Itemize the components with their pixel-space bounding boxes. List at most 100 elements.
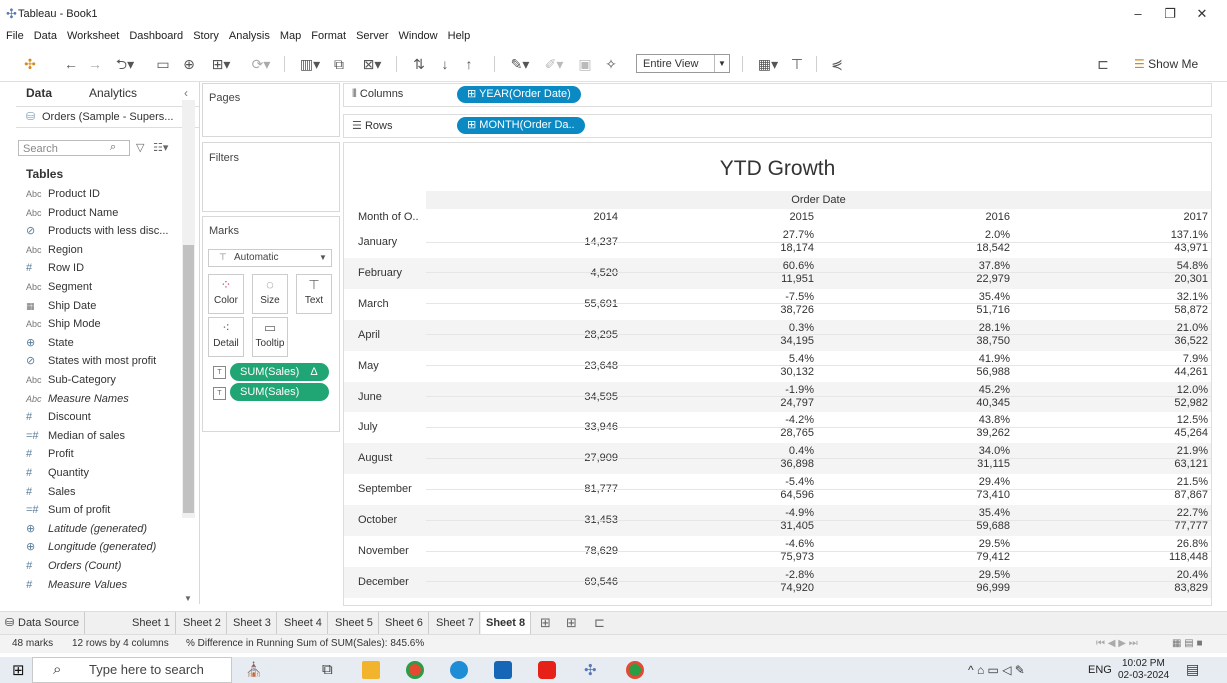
month-label[interactable]: September — [358, 483, 412, 495]
redo-icon[interactable]: → — [86, 55, 104, 73]
notification-icon[interactable]: ▤ — [1186, 661, 1199, 678]
sales-cell[interactable]: 69,546 — [538, 576, 618, 588]
field-item[interactable]: =# Median of sales — [26, 427, 125, 445]
year-order-date-pill[interactable]: ⊞ YEAR(Order Date) — [457, 86, 581, 103]
sales-cell[interactable]: 45,264 — [1128, 428, 1208, 439]
menu-window[interactable]: Window — [394, 28, 443, 44]
minimize-button[interactable]: – — [1128, 6, 1148, 22]
field-item[interactable]: # Discount — [26, 408, 91, 426]
growth-percent-cell[interactable]: 54.8% — [1128, 260, 1208, 272]
growth-percent-cell[interactable]: 35.4% — [930, 291, 1010, 303]
sales-cell[interactable]: 36,898 — [734, 459, 814, 470]
tooltip-button[interactable]: ▭ Tooltip — [252, 317, 288, 357]
field-item[interactable]: # Orders (Count) — [26, 557, 121, 575]
growth-percent-cell[interactable]: 20.4% — [1128, 569, 1208, 581]
sales-cell[interactable]: 63,121 — [1128, 459, 1208, 470]
sales-cell[interactable]: 18,542 — [930, 243, 1010, 254]
sales-cell[interactable]: 52,982 — [1128, 397, 1208, 409]
field-item[interactable]: # Sales — [26, 483, 76, 501]
close-button[interactable]: ✕ — [1192, 6, 1212, 22]
task-view-icon[interactable]: ⧉ — [322, 661, 333, 678]
group-icon[interactable]: ✐▾ — [540, 55, 568, 73]
language-indicator[interactable]: ENG — [1088, 664, 1112, 676]
color-button[interactable]: ⁘ Color — [208, 274, 244, 314]
windows-start-icon[interactable]: ⊞ — [12, 661, 25, 679]
sales-cell[interactable]: 58,872 — [1128, 304, 1208, 316]
sales-cell[interactable]: 24,797 — [734, 397, 814, 409]
view-options-icon[interactable]: ☷▾ — [153, 141, 168, 154]
sheet-tab[interactable]: Sheet 3 — [228, 612, 277, 634]
field-item[interactable]: # Measure Values — [26, 576, 127, 594]
field-item[interactable]: Abc Ship Mode — [26, 315, 101, 333]
sales-cell[interactable]: 64,596 — [734, 490, 814, 501]
growth-percent-cell[interactable]: 21.9% — [1128, 446, 1208, 457]
sheet-tab[interactable]: Sheet 6 — [380, 612, 429, 634]
month-label[interactable]: May — [358, 360, 379, 372]
growth-percent-cell[interactable]: -1.9% — [734, 384, 814, 396]
field-item[interactable]: ⊕ State — [26, 334, 74, 352]
month-label[interactable]: December — [358, 576, 409, 588]
growth-percent-cell[interactable]: 0.3% — [734, 322, 814, 334]
view-layout-icons[interactable]: ▦ ▤ ■ — [1172, 635, 1203, 653]
sales-cell[interactable]: 75,973 — [734, 552, 814, 563]
sheet-tab[interactable]: Sheet 1 — [127, 612, 176, 634]
growth-percent-cell[interactable]: -5.4% — [734, 477, 814, 488]
row-header[interactable]: Month of O.. — [358, 209, 419, 225]
text-button[interactable]: ⊤ Text — [296, 274, 332, 314]
month-label[interactable]: August — [358, 452, 392, 464]
scrollbar-thumb[interactable] — [183, 245, 194, 513]
field-item[interactable]: # Profit — [26, 445, 74, 463]
restore-button[interactable]: ❐ — [1160, 6, 1180, 22]
growth-percent-cell[interactable]: -4.9% — [734, 508, 814, 519]
presentation-icon[interactable]: ⊤ — [788, 55, 806, 73]
menu-map[interactable]: Map — [275, 28, 306, 44]
month-label[interactable]: July — [358, 421, 378, 433]
share-icon[interactable]: ⋞ — [828, 55, 846, 73]
show-cards-icon[interactable]: ▦▾ — [752, 55, 784, 73]
menu-help[interactable]: Help — [443, 28, 476, 44]
mail-icon[interactable] — [494, 661, 512, 679]
year-header[interactable]: 2016 — [934, 209, 1010, 225]
sales-cell[interactable]: 30,132 — [734, 366, 814, 378]
sales-cell[interactable]: 87,867 — [1128, 490, 1208, 501]
field-item[interactable]: Abc Sub-Category — [26, 371, 116, 389]
duplicate-icon[interactable]: ⧉ — [330, 55, 348, 73]
sales-cell[interactable]: 27,909 — [538, 453, 618, 464]
save-icon[interactable]: ▭ — [154, 55, 172, 73]
month-label[interactable]: February — [358, 267, 402, 279]
sort-descending-icon[interactable]: ↑ — [460, 55, 478, 73]
sales-cell[interactable]: 36,522 — [1128, 335, 1208, 347]
growth-percent-cell[interactable]: 45.2% — [930, 384, 1010, 396]
sales-cell[interactable]: 73,410 — [930, 490, 1010, 501]
tab-data[interactable]: Data — [26, 86, 52, 100]
growth-percent-cell[interactable]: 0.4% — [734, 446, 814, 457]
growth-percent-cell[interactable]: 35.4% — [930, 508, 1010, 519]
youtube-icon[interactable] — [538, 661, 556, 679]
chrome-icon[interactable] — [406, 661, 424, 679]
sheet-tab[interactable]: Sheet 5 — [330, 612, 379, 634]
new-sheet-icon[interactable]: ▥▾ — [294, 55, 326, 73]
growth-percent-cell[interactable]: 2.0% — [930, 230, 1010, 241]
taskbar-search-input[interactable]: ⌕ Type here to search — [32, 657, 232, 683]
news-widget-icon[interactable]: ⛪ — [245, 661, 262, 678]
data-source-tab[interactable]: ⛁ Data Source — [0, 612, 86, 634]
sales-cell[interactable]: 39,262 — [930, 428, 1010, 439]
year-header[interactable]: 2014 — [544, 209, 618, 225]
new-worksheet-icon[interactable]: ⊞▾ — [206, 55, 236, 73]
sales-cell[interactable]: 81,777 — [538, 484, 618, 495]
new-story-icon[interactable]: ⊏ — [594, 615, 605, 631]
sheet-tab-active[interactable]: Sheet 8 — [481, 612, 532, 634]
clear-sheet-icon[interactable]: ⊠▾ — [356, 55, 388, 73]
add-datasource-icon[interactable]: ⊕ — [180, 55, 198, 73]
sales-cell[interactable]: 28,765 — [734, 428, 814, 439]
field-item[interactable]: Abc Segment — [26, 278, 92, 296]
sheet-tab[interactable]: Sheet 4 — [279, 612, 328, 634]
month-label[interactable]: January — [358, 236, 397, 248]
sheet-tab[interactable]: Sheet 2 — [178, 612, 227, 634]
sales-cell[interactable]: 18,174 — [734, 243, 814, 254]
sum-sales-pill[interactable]: SUM(Sales) — [230, 383, 329, 401]
growth-percent-cell[interactable]: 37.8% — [930, 260, 1010, 272]
growth-percent-cell[interactable]: -7.5% — [734, 291, 814, 303]
menu-format[interactable]: Format — [306, 28, 351, 44]
sales-cell[interactable]: 74,920 — [734, 582, 814, 594]
